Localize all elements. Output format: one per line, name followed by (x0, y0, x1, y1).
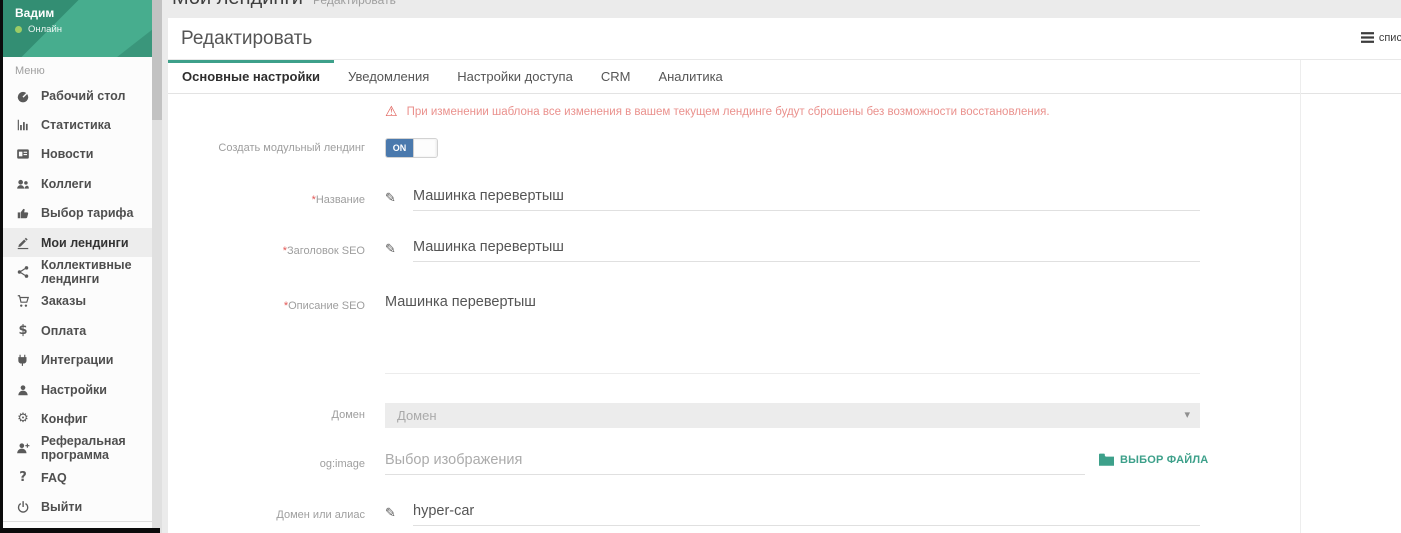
sidebar-item-stats[interactable]: Статистика (3, 110, 152, 139)
alias-label: Домен или алиас (168, 503, 365, 521)
sidebar-item-colleagues[interactable]: Коллеги (3, 169, 152, 198)
tab-notifications[interactable]: Уведомления (334, 60, 443, 93)
landings-icon (15, 236, 31, 250)
seo-title-label: *Заголовок SEO (168, 239, 365, 257)
sidebar: Вадим Онлайн Меню Рабочий столСтатистика… (3, 0, 152, 533)
referral-icon (15, 441, 31, 455)
name-row: *Название ✎ (168, 188, 1401, 211)
user-status-label: Онлайн (28, 24, 62, 35)
edit-card: Редактировать список Основные настройки … (168, 18, 1401, 533)
breadcrumb-bar: Мои лендинги Редактировать (162, 0, 1401, 18)
toggle-on-label: ON (386, 139, 413, 157)
pencil-icon: ✎ (385, 503, 403, 521)
warning-text: При изменении шаблона все изменения в ва… (407, 106, 1050, 118)
integrations-icon (15, 353, 31, 367)
payment-icon: $ (15, 323, 31, 338)
tab-access-settings[interactable]: Настройки доступа (443, 60, 587, 93)
page-title: Мои лендинги (172, 0, 303, 10)
seo-description-row: *Описание SEO Машинка перевертыш (168, 294, 1401, 374)
dashboard-icon (15, 89, 31, 103)
tab-main-settings[interactable]: Основные настройки (168, 60, 334, 93)
domain-select[interactable]: Домен ▾ (385, 403, 1200, 428)
screen-edge-left (0, 0, 3, 533)
sidebar-divider (3, 521, 152, 522)
sidebar-item-logout[interactable]: Выйти (3, 492, 152, 521)
module-landing-toggle[interactable]: ON (385, 138, 438, 158)
sidebar-item-faq[interactable]: ?FAQ (3, 463, 152, 492)
choose-file-label: ВЫБОР ФАЙЛА (1120, 454, 1208, 466)
app-window: Вадим Онлайн Меню Рабочий столСтатистика… (0, 0, 1401, 533)
card-header: Редактировать список (168, 18, 1401, 60)
seo-description-textarea[interactable]: Машинка перевертыш (385, 294, 1200, 374)
tab-analytics[interactable]: Аналитика (644, 60, 736, 93)
tab-crm[interactable]: CRM (587, 60, 645, 93)
orders-icon (15, 294, 31, 308)
user-name: Вадим (15, 6, 54, 20)
sidebar-item-orders[interactable]: Заказы (3, 287, 152, 316)
card-title: Редактировать (181, 28, 312, 50)
seo-title-input[interactable] (413, 239, 1200, 262)
scrollbar-thumb[interactable] (152, 0, 162, 120)
sidebar-item-news[interactable]: Новости (3, 140, 152, 169)
warning-icon: ⚠ (385, 105, 398, 119)
user-profile-panel: Вадим Онлайн (3, 0, 152, 57)
og-image-input[interactable] (385, 452, 1085, 475)
og-image-row: og:image ВЫБОР ФАЙЛА (168, 452, 1401, 475)
settings-icon (15, 383, 31, 397)
share-icon (15, 265, 31, 279)
sidebar-item-config[interactable]: ⚙Конфиг (3, 404, 152, 433)
sidebar-item-payment[interactable]: $Оплата (3, 316, 152, 345)
sidebar-item-landings[interactable]: Мои лендинги (3, 228, 152, 257)
stats-icon (15, 118, 31, 132)
user-status: Онлайн (15, 24, 62, 35)
seo-title-row: *Заголовок SEO ✎ (168, 239, 1401, 262)
domain-label: Домен (168, 403, 365, 421)
online-status-icon (15, 26, 22, 33)
alias-row: Домен или алиас ✎ (168, 503, 1401, 526)
domain-row: Домен Домен ▾ (168, 403, 1401, 428)
toggle-knob (413, 139, 437, 157)
sidebar-scrollbar[interactable] (152, 0, 162, 533)
breadcrumb-current: Редактировать (313, 0, 396, 7)
choose-file-button[interactable]: ВЫБОР ФАЙЛА (1099, 453, 1208, 466)
sidebar-menu: Рабочий столСтатистикаНовостиКоллегиВыбо… (3, 81, 152, 522)
og-image-label: og:image (168, 452, 365, 470)
sidebar-item-dashboard[interactable]: Рабочий стол (3, 81, 152, 110)
folder-icon (1099, 453, 1114, 466)
tab-bar: Основные настройки Уведомления Настройки… (168, 60, 1401, 94)
list-button-label: список (1379, 32, 1401, 44)
tab-content: ⚠ При изменении шаблона все изменения в … (168, 94, 1401, 526)
list-button[interactable]: список (1361, 31, 1401, 44)
sidebar-item-settings[interactable]: Настройки (3, 375, 152, 404)
colleagues-icon (15, 177, 31, 191)
name-input[interactable] (413, 188, 1200, 211)
seo-description-label: *Описание SEO (168, 294, 365, 312)
logout-icon (15, 500, 31, 514)
pencil-icon: ✎ (385, 239, 403, 257)
chevron-down-icon: ▾ (1184, 408, 1190, 421)
screen-edge-bottom (0, 528, 160, 533)
sidebar-item-share[interactable]: Коллективные лендинги (3, 257, 152, 286)
module-landing-row: Создать модульный лендинг ON (168, 138, 1401, 158)
name-label: *Название (168, 188, 365, 206)
module-toggle-label: Создать модульный лендинг (168, 138, 365, 154)
config-icon: ⚙ (15, 411, 31, 426)
alias-input[interactable] (413, 503, 1200, 526)
list-icon (1361, 31, 1374, 44)
pencil-icon: ✎ (385, 188, 403, 206)
domain-select-value: Домен (397, 408, 437, 423)
news-icon (15, 147, 31, 161)
tariff-icon (15, 206, 31, 220)
sidebar-item-integrations[interactable]: Интеграции (3, 346, 152, 375)
sidebar-item-referral[interactable]: Реферальная программа (3, 434, 152, 463)
menu-section-label: Меню (15, 65, 152, 77)
faq-icon: ? (15, 470, 31, 485)
template-warning: ⚠ При изменении шаблона все изменения в … (385, 103, 1401, 121)
sidebar-item-tariff[interactable]: Выбор тарифа (3, 199, 152, 228)
breadcrumb: Мои лендинги Редактировать (172, 0, 396, 10)
main-area: Мои лендинги Редактировать Редактировать… (162, 0, 1401, 533)
